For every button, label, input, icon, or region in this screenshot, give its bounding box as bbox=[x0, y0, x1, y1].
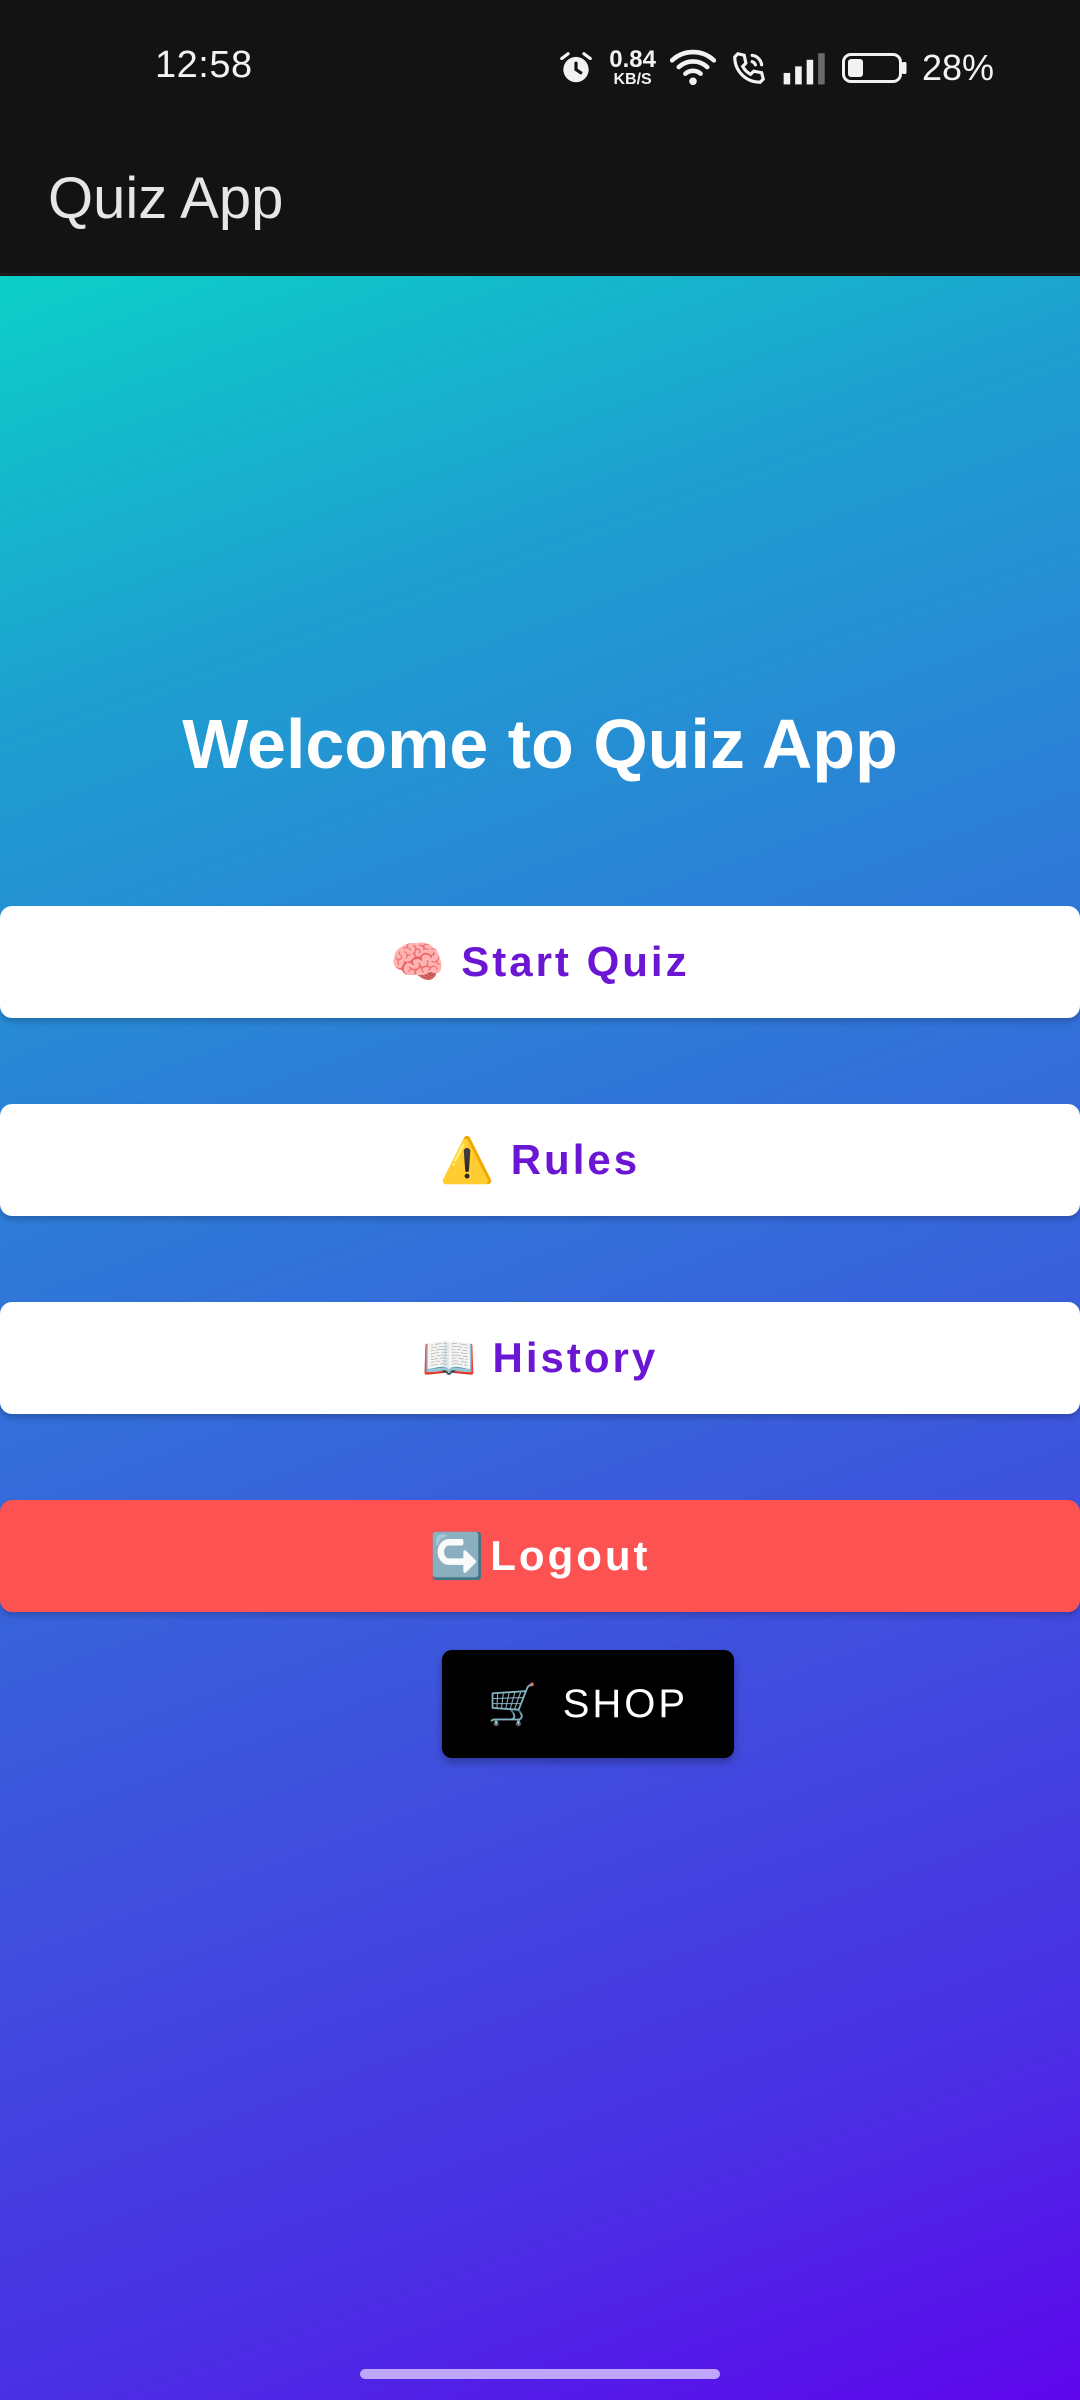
wifi-icon bbox=[669, 49, 716, 86]
history-label: History bbox=[492, 1334, 659, 1381]
status-icons: 0.84 KB/S 28% bbox=[557, 44, 994, 92]
alarm-icon bbox=[560, 52, 593, 83]
app-bar: Quiz App bbox=[0, 135, 1080, 275]
history-button[interactable]: 📖 History bbox=[0, 1302, 1080, 1414]
battery-percent: 28% bbox=[921, 47, 994, 88]
welcome-heading: Welcome to Quiz App bbox=[182, 705, 898, 783]
status-time: 12:58 bbox=[155, 44, 253, 86]
main-content: Welcome to Quiz App 🧠 Start Quiz ⚠️ Rule… bbox=[0, 276, 1080, 2400]
start-quiz-label: Start Quiz bbox=[461, 938, 690, 985]
net-speed-unit: KB/S bbox=[613, 71, 652, 88]
start-quiz-button[interactable]: 🧠 Start Quiz bbox=[0, 906, 1080, 1018]
logout-arrow-icon: ↪️ bbox=[429, 1532, 485, 1581]
logout-button[interactable]: ↪️ Logout bbox=[0, 1500, 1080, 1612]
app-title: Quiz App bbox=[48, 166, 284, 231]
rules-button[interactable]: ⚠️ Rules bbox=[0, 1104, 1080, 1216]
shop-button[interactable]: 🛒 SHOP bbox=[442, 1650, 734, 1758]
status-bar: 12:58 0.84 KB/S 28% bbox=[0, 0, 1080, 135]
net-speed-value: 0.84 bbox=[609, 46, 656, 73]
book-icon: 📖 bbox=[421, 1334, 477, 1383]
battery-icon bbox=[841, 53, 907, 83]
warning-icon: ⚠️ bbox=[439, 1136, 495, 1185]
shop-label: SHOP bbox=[562, 1681, 689, 1726]
signal-icon bbox=[783, 53, 825, 85]
home-indicator[interactable] bbox=[360, 2369, 720, 2379]
wifi-call-icon bbox=[733, 51, 765, 84]
net-speed: 0.84 KB/S bbox=[609, 48, 656, 88]
rules-label: Rules bbox=[510, 1136, 641, 1183]
logout-label: Logout bbox=[490, 1532, 651, 1579]
brain-icon: 🧠 bbox=[390, 938, 446, 987]
cart-icon: 🛒 bbox=[487, 1682, 541, 1727]
